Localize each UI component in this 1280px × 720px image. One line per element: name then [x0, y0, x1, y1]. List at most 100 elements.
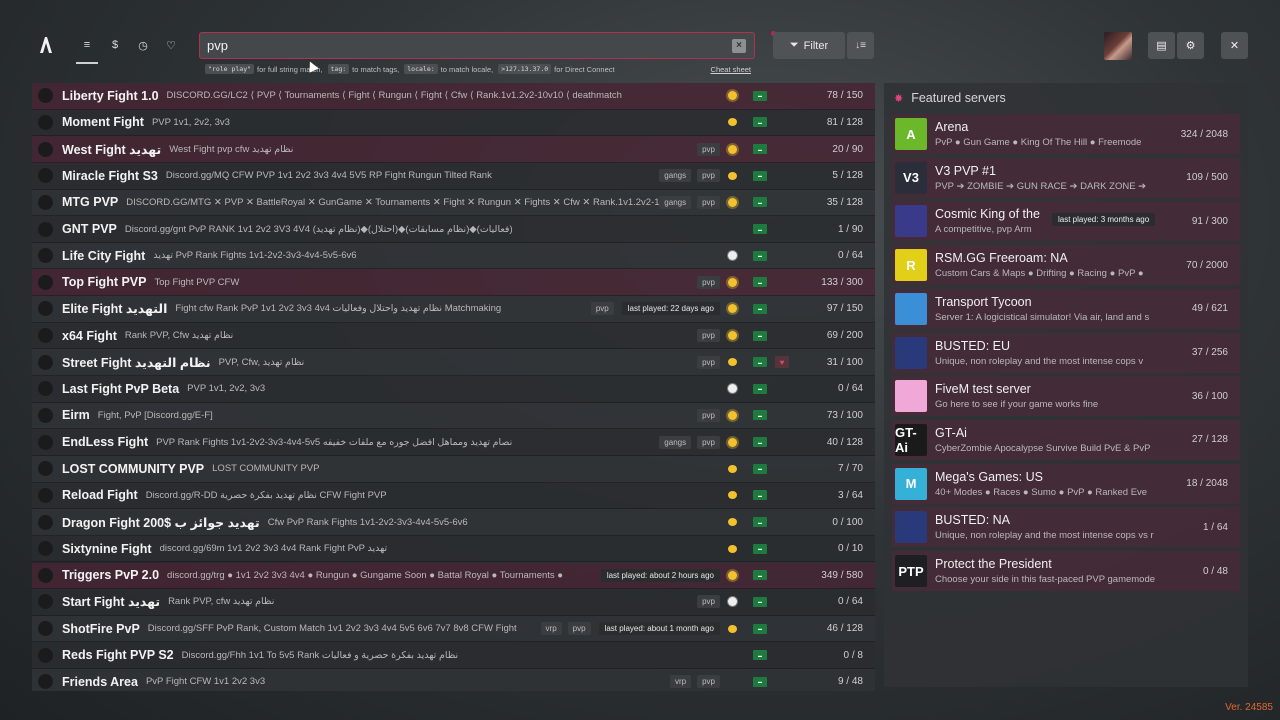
server-row[interactable]: Triggers PvP 2.0 discord.gg/trg ● 1v1 2v2…	[32, 562, 875, 590]
server-row[interactable]: Last Fight PvP Beta PVP 1v1, 2v2, 3v3 ▬ 0 /…	[32, 376, 875, 403]
server-name: Triggers PvP 2.0	[62, 568, 160, 583]
server-row[interactable]: Liberty Fight 1.0 DISCORD.GG/LC2 ⟨ PVP ⟨ …	[32, 83, 875, 110]
server-row[interactable]: ShotFire PvP Discord.gg/SFF PvP Rank, Cus…	[32, 615, 875, 643]
close-icon: ✕	[1229, 40, 1240, 52]
player-count: 133 / 300	[821, 276, 863, 288]
server-tag: pvp	[697, 675, 720, 689]
settings-button[interactable]: ⚙	[1177, 32, 1204, 59]
close-button[interactable]: ✕	[1221, 32, 1248, 59]
server-row[interactable]: MTG PVP DISCORD.GG/MTG ✕ PVP ✕ BattleRoya…	[32, 189, 875, 217]
gear-icon: ⚙	[1185, 40, 1196, 52]
featured-server-card[interactable]: BUSTED: EU Unique, non roleplay and the m…	[892, 332, 1240, 373]
server-tag: vrp	[669, 675, 692, 689]
server-row[interactable]: GNT PVP Discord.gg/gnt PvP RANK 1v1 2v2 3…	[32, 216, 875, 243]
server-row[interactable]: Moment Fight PVP 1v1, 2v2, 3v3 ▬ 81 / 128	[32, 109, 875, 137]
server-row[interactable]: x64 Fight Rank PVP, Cfw نظام تهديد pvp ▬ 69 …	[32, 322, 875, 350]
ping-sun-icon	[728, 518, 737, 527]
featured-title-text: Featured servers	[911, 91, 1006, 105]
server-name: Friends Area	[62, 674, 138, 689]
history-icon[interactable]: ◷	[132, 34, 154, 56]
featured-server-name: Mega's Games: US	[935, 469, 1043, 484]
server-row[interactable]: Top Fight PVP Top Fight PVP CFW pvp ▬ 133 / …	[32, 269, 875, 297]
server-row[interactable]: Start Fight تهديد Rank PVP, cfw نظام تهدي…	[32, 589, 875, 616]
featured-server-description: PvP ● Gun Game ● King Of The Hill ● Free…	[935, 137, 1142, 148]
featured-server-card[interactable]: BUSTED: NA Unique, non roleplay and the m…	[892, 507, 1240, 548]
featured-server-name: BUSTED: NA	[935, 513, 1011, 528]
player-count: 46 / 128	[826, 623, 863, 635]
list-icon[interactable]: ≡	[76, 34, 98, 64]
server-icon	[38, 381, 53, 397]
locale-flag-icon: ▬	[753, 277, 767, 288]
server-description: PVP 1v1, 2v2, 3v3	[151, 116, 230, 128]
server-row[interactable]: West Fight تهديد West Fight pvp cfw نظام …	[32, 136, 875, 163]
locale-flag-icon: ▬	[753, 357, 767, 368]
server-description: PvP Fight CFW 1v1 2v2 3v3	[145, 676, 266, 688]
featured-player-count: 27 / 128	[1191, 434, 1228, 446]
server-icon	[38, 514, 53, 530]
featured-server-name: V3 PVP #1	[935, 163, 996, 178]
featured-server-card[interactable]: R RSM.GG Freeroam: NA Custom Cars & Maps ●…	[892, 245, 1240, 286]
featured-server-name: Arena	[935, 120, 969, 134]
player-count: 0 / 10	[837, 543, 863, 555]
version-label: Ver. 24585	[1225, 702, 1273, 713]
ping-sun-icon	[728, 491, 737, 500]
server-row[interactable]: Eirm Fight, PvP [Discord.gg/E-F] pvp ▬ 73 / …	[32, 402, 875, 430]
server-name: Top Fight PVP	[62, 275, 147, 290]
hint-code: >127.13.37.0	[498, 64, 552, 74]
ping-sun-icon	[728, 225, 737, 234]
featured-server-name: Protect the President	[935, 557, 1052, 571]
search-input[interactable]	[207, 38, 732, 53]
featured-server-card[interactable]: Transport Tycoon Server 1: A logicistical…	[892, 288, 1240, 329]
favorite-heart-icon[interactable]: ♥	[775, 356, 789, 369]
locale-flag-icon: ▬	[753, 676, 767, 687]
server-icon	[38, 621, 53, 637]
server-row[interactable]: Street Fight نظام التهديد PVP, Cfw, نظام …	[32, 349, 875, 376]
server-row[interactable]: Elite Fight التهديد Fight cfw Rank PvP 1v…	[32, 296, 875, 323]
server-row[interactable]: Friends Area PvP Fight CFW 1v1 2v2 3v3 vrp…	[32, 669, 875, 691]
featured-servers-panel: ✸ Featured servers A Arena PvP ● Gun Game …	[884, 83, 1248, 687]
featured-server-card[interactable]: FiveM test server Go here to see if your …	[892, 376, 1240, 417]
server-name: Last Fight PvP Beta	[62, 381, 180, 396]
server-name: Reds Fight PVP S2	[62, 648, 174, 663]
featured-server-icon	[895, 205, 927, 238]
server-row[interactable]: Reds Fight PVP S2 Discord.gg/Fhh 1v1 To 5…	[32, 642, 875, 670]
featured-server-card[interactable]: GT-Ai GT-Ai CyberZombie Apocalypse Survive…	[892, 419, 1240, 460]
cheat-sheet-link[interactable]: Cheat sheet	[711, 65, 751, 74]
server-icon	[38, 221, 53, 237]
server-name: Street Fight نظام التهديد	[62, 355, 211, 370]
server-row[interactable]: EndLess Fight PVP Rank Fights 1v1-2v2-3v3…	[32, 429, 875, 456]
featured-server-description: Go here to see if your game works fine	[935, 399, 1099, 411]
locale-flag-icon: ▬	[753, 623, 767, 634]
server-icon	[38, 487, 53, 503]
locale-flag-icon: ▬	[753, 170, 767, 181]
featured-server-icon: GT-Ai	[895, 423, 927, 456]
server-row[interactable]: Dragon Fight 200$ تهديد جوائز ب Cfw PvP R…	[32, 509, 875, 536]
featured-server-description: Custom Cars & Maps ● Drifting ● Racing ●…	[935, 268, 1144, 280]
server-row[interactable]: Life City Fight تهديد PvP Rank Fights 1v1…	[32, 242, 875, 270]
clear-search-icon[interactable]: ×	[732, 38, 746, 53]
server-row[interactable]: Miracle Fight S3 Discord.gg/MQ CFW PVP 1v…	[32, 162, 875, 190]
dollar-icon[interactable]: $	[104, 34, 126, 56]
server-row[interactable]: Sixtynine Fight discord.gg/69m 1v1 2v2 3v…	[32, 535, 875, 563]
featured-server-text: Arena PvP ● Gun Game ● King Of The Hill ●…	[935, 120, 1173, 148]
featured-server-card[interactable]: M Mega's Games: US 40+ Modes ● Races ● Sum…	[892, 463, 1240, 504]
featured-server-card[interactable]: PTP Protect the President Choose your side…	[892, 551, 1240, 591]
featured-server-icon	[895, 292, 927, 325]
server-row[interactable]: Reload Fight Discord.gg/R-DD نظام تهديد ب…	[32, 482, 875, 510]
filter-button[interactable]: ⏷ Filter	[773, 32, 845, 59]
avatar[interactable]	[1104, 32, 1132, 60]
featured-server-text: GT-Ai CyberZombie Apocalypse Survive Buil…	[935, 426, 1184, 454]
server-description: West Fight pvp cfw نظام تهديد	[169, 143, 294, 155]
heart-icon[interactable]: ♡	[160, 34, 182, 56]
featured-server-card[interactable]: A Arena PvP ● Gun Game ● King Of The Hill …	[892, 114, 1240, 154]
server-tag: gangs	[659, 435, 692, 449]
main-nav: ≡ $ ◷ ♡	[76, 34, 182, 64]
featured-server-card[interactable]: Cosmic King of the A competitive, pvp Arm…	[892, 201, 1240, 242]
featured-server-card[interactable]: V3 V3 PVP #1 PVP ➔ ZOMBIE ➔ GUN RACE ➔ DAR…	[892, 157, 1240, 198]
sort-button[interactable]: ↓≡	[847, 32, 874, 59]
exit-game-button[interactable]: ▤	[1148, 32, 1175, 59]
server-icon	[38, 461, 53, 477]
server-row[interactable]: LOST COMMUNITY PVP LOST COMMUNITY PVP ▬ 7 /…	[32, 455, 875, 483]
featured-server-icon: M	[895, 467, 927, 500]
server-icon	[38, 567, 53, 583]
